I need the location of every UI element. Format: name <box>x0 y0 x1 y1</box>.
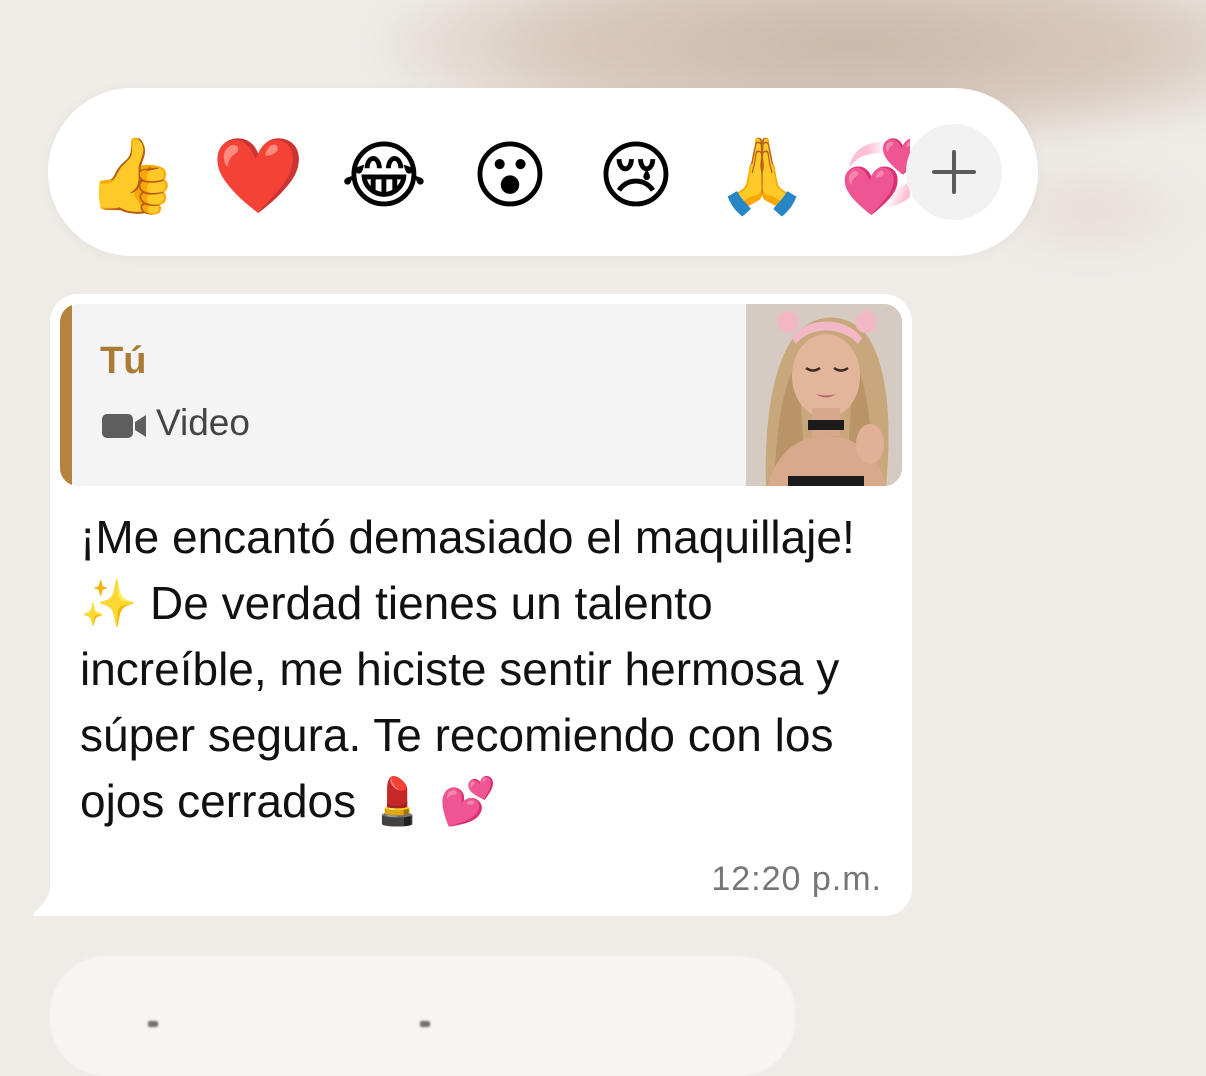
message-timestamp: 12:20 p.m. <box>711 860 882 898</box>
reaction-tears-of-joy[interactable]: 😂 <box>338 130 430 222</box>
background-blur-right <box>1010 150 1206 270</box>
reaction-open-mouth[interactable]: 😮 <box>464 130 556 222</box>
quote-type-label: Video <box>156 402 250 443</box>
video-camera-icon <box>102 414 146 438</box>
more-reactions-button[interactable] <box>906 124 1002 220</box>
reaction-crying-face[interactable]: 😢 <box>590 130 682 222</box>
message-text: ¡Me encantó demasiado el maquillaje! ✨ D… <box>80 511 855 827</box>
next-message-glyph <box>148 1021 158 1027</box>
reaction-red-heart[interactable]: ❤️ <box>212 130 304 222</box>
next-message-bubble[interactable] <box>50 956 795 1076</box>
reaction-revolving-hearts[interactable]: 💞 <box>840 130 910 222</box>
next-message-glyph <box>420 1021 430 1027</box>
quote-author: Tú <box>100 340 147 382</box>
quoted-message[interactable]: Tú Video <box>60 304 902 486</box>
reaction-folded-hands[interactable]: 🙏 <box>716 130 808 222</box>
reaction-thumbs-up[interactable]: 👍 <box>86 130 178 222</box>
video-thumbnail[interactable] <box>746 304 902 486</box>
quote-accent-bar <box>60 304 72 486</box>
